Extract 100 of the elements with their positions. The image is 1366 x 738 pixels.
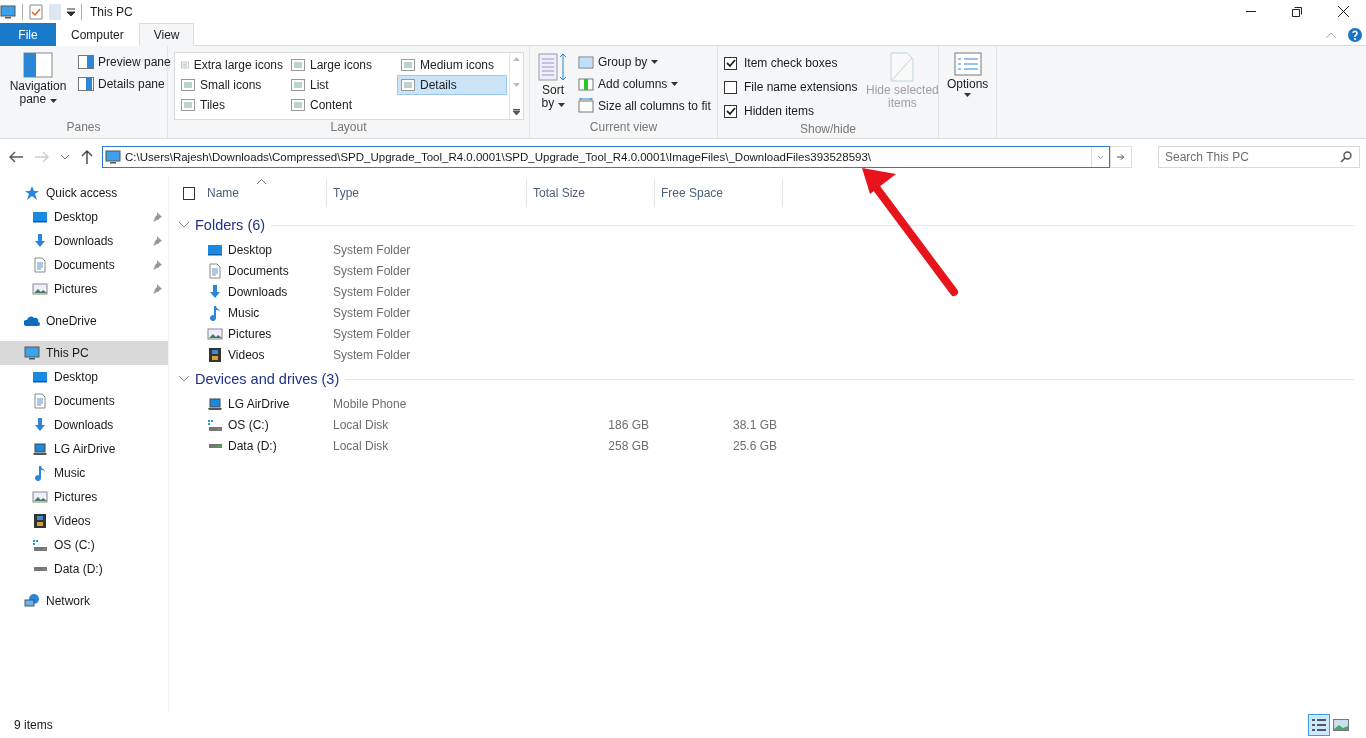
type-cell-text: Mobile Phone bbox=[332, 396, 408, 411]
name-cell[interactable]: Downloads bbox=[201, 283, 327, 300]
nav-label: Documents bbox=[54, 258, 116, 272]
nav-item[interactable]: Quick access bbox=[0, 181, 168, 205]
help-icon[interactable] bbox=[1348, 28, 1362, 42]
laptop-icon bbox=[207, 395, 223, 412]
type-cell-text: System Folder bbox=[332, 347, 412, 362]
nav-item[interactable]: OneDrive bbox=[0, 309, 168, 333]
nav-label: Desktop bbox=[54, 210, 100, 224]
restore-icon bbox=[1292, 6, 1302, 17]
select-all-checkbox[interactable] bbox=[183, 186, 195, 200]
type-cell-text: Local Disk bbox=[332, 438, 390, 453]
group-title: Current view bbox=[588, 120, 659, 136]
checkbox[interactable] bbox=[724, 56, 737, 70]
name-cell[interactable]: LG AirDrive bbox=[201, 395, 327, 412]
collapse-ribbon-icon[interactable] bbox=[1326, 32, 1336, 38]
properties-icon[interactable] bbox=[29, 3, 43, 20]
layout-option[interactable]: List bbox=[287, 75, 397, 95]
nav-label: OS (C:) bbox=[54, 538, 96, 552]
layout-option[interactable]: Details bbox=[397, 75, 507, 95]
type-cell-text: System Folder bbox=[332, 326, 412, 341]
layout-option[interactable]: Small icons bbox=[177, 75, 287, 95]
checkbox[interactable] bbox=[724, 80, 737, 94]
name-cell[interactable]: Pictures bbox=[201, 325, 327, 342]
name-cell[interactable]: OS (C:) bbox=[201, 417, 327, 432]
layout-option[interactable]: Medium icons bbox=[397, 55, 507, 75]
checkbox-option[interactable]: Hidden items bbox=[724, 100, 858, 122]
nav-item[interactable]: Desktop bbox=[0, 205, 168, 229]
checkbox[interactable] bbox=[724, 104, 737, 118]
name-cell[interactable]: Videos bbox=[201, 346, 327, 363]
name-cell[interactable]: Desktop bbox=[201, 241, 327, 258]
nav-item[interactable]: This PC bbox=[0, 341, 168, 365]
column-option[interactable]: Add columns bbox=[576, 74, 713, 94]
column-option[interactable]: Size all columns to fit bbox=[576, 96, 713, 116]
name-cell[interactable]: Data (D:) bbox=[201, 438, 327, 453]
options-icon bbox=[953, 52, 982, 76]
nav-item[interactable]: OS (C:) bbox=[0, 533, 168, 557]
layout-option[interactable]: Large icons bbox=[287, 55, 397, 75]
nav-item[interactable]: LG AirDrive bbox=[0, 437, 168, 461]
desktop-icon bbox=[32, 369, 48, 385]
layout-option[interactable]: Extra large icons bbox=[177, 55, 287, 75]
search-field[interactable]: Search This PC bbox=[1158, 146, 1360, 168]
column-header[interactable]: Total Size bbox=[527, 179, 655, 207]
nav-item[interactable]: Desktop bbox=[0, 365, 168, 389]
column-header[interactable]: Type bbox=[327, 179, 527, 207]
column-header[interactable]: Name bbox=[201, 179, 327, 207]
film-icon bbox=[207, 346, 223, 363]
checkbox-option[interactable]: Item check boxes bbox=[724, 52, 858, 74]
checkbox-option[interactable]: File name extensions bbox=[724, 76, 858, 98]
nav-label: Videos bbox=[54, 514, 92, 528]
nav-label: Downloads bbox=[54, 418, 115, 432]
chevron-down-icon[interactable] bbox=[179, 222, 189, 228]
group-header: Folders (6) bbox=[195, 217, 266, 233]
page-icon bbox=[890, 52, 915, 82]
nav-item[interactable]: Music bbox=[0, 461, 168, 485]
name-cell[interactable]: Documents bbox=[201, 262, 327, 279]
file-tab[interactable]: File bbox=[0, 23, 56, 46]
nav-label: Quick access bbox=[46, 186, 119, 200]
nav-label: Network bbox=[46, 594, 91, 608]
close-icon bbox=[1337, 6, 1349, 17]
options-button[interactable]: Options bbox=[945, 50, 991, 138]
more-icon[interactable] bbox=[513, 109, 520, 115]
nav-item[interactable]: Downloads bbox=[0, 413, 168, 437]
layout-option[interactable]: Content bbox=[287, 95, 397, 115]
nav-item[interactable]: Pictures bbox=[0, 277, 168, 301]
nav-item[interactable]: Data (D:) bbox=[0, 557, 168, 581]
drive-icon bbox=[207, 418, 223, 431]
details-view-button[interactable] bbox=[1308, 714, 1330, 736]
ribbon-tab[interactable]: View bbox=[138, 23, 195, 46]
recent-locations-button[interactable] bbox=[58, 154, 72, 160]
nav-item[interactable]: Documents bbox=[0, 389, 168, 413]
nav-item[interactable]: Network bbox=[0, 589, 168, 613]
star-icon bbox=[24, 185, 40, 201]
pane-option[interactable]: Details pane bbox=[76, 74, 173, 94]
drive-icon bbox=[32, 539, 48, 551]
pane-option[interactable]: Preview pane bbox=[76, 52, 173, 72]
layout-option[interactable]: Tiles bbox=[177, 95, 287, 115]
go-button[interactable] bbox=[1110, 146, 1132, 168]
sort-by-button[interactable]: Sort by bbox=[536, 50, 570, 120]
drive-icon bbox=[32, 567, 48, 571]
nav-item[interactable]: Downloads bbox=[0, 229, 168, 253]
preview-pane-icon bbox=[78, 55, 94, 69]
document-icon bbox=[207, 262, 223, 279]
sort-caret-icon bbox=[257, 179, 266, 184]
group-header: Devices and drives (3) bbox=[195, 371, 340, 387]
caret-icon bbox=[49, 99, 57, 103]
view-icon bbox=[401, 59, 415, 71]
computer-icon bbox=[0, 3, 16, 20]
chevron-down-icon[interactable] bbox=[179, 376, 189, 382]
column-option[interactable]: Group by bbox=[576, 52, 713, 72]
nav-item[interactable]: Documents bbox=[0, 253, 168, 277]
nav-item[interactable]: Videos bbox=[0, 509, 168, 533]
music-note-icon bbox=[32, 465, 48, 481]
customize-toolbar-icon[interactable] bbox=[67, 7, 75, 16]
navigation-pane-button[interactable]: Navigation pane bbox=[6, 50, 70, 120]
nav-item[interactable]: Pictures bbox=[0, 485, 168, 509]
address-bar[interactable]: C:\Users\Rajesh\Downloads\Compressed\SPD_Upgrade_Tool_R4.0.0001\SPD_Upgrade_Tool_R4.0.0001\ImageFiles\_DownloadFiles393528593\ bbox=[102, 146, 1110, 168]
name-cell[interactable]: Music bbox=[201, 304, 327, 321]
column-header[interactable]: Free Space bbox=[655, 179, 783, 207]
computer-icon bbox=[105, 149, 121, 165]
